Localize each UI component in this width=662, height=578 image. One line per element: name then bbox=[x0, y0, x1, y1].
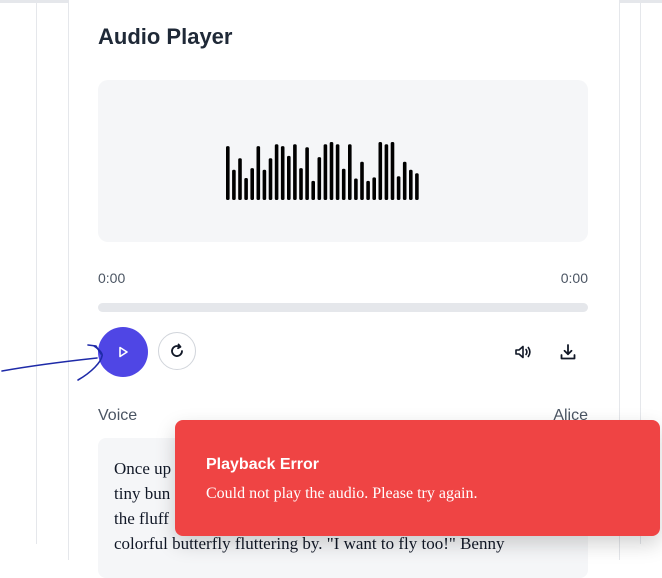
download-icon bbox=[560, 344, 576, 360]
waveform-bar bbox=[341, 168, 346, 200]
replay-button[interactable] bbox=[158, 332, 196, 370]
progress-bar[interactable] bbox=[98, 303, 588, 312]
waveform-bar bbox=[335, 144, 340, 200]
waveform-bar bbox=[409, 169, 413, 200]
waveform bbox=[226, 142, 419, 200]
waveform-panel bbox=[98, 80, 588, 242]
waveform-bar bbox=[244, 178, 248, 200]
error-toast[interactable]: Playback Error Could not play the audio.… bbox=[175, 420, 660, 536]
waveform-bar bbox=[274, 144, 279, 200]
waveform-bar bbox=[317, 157, 322, 200]
waveform-bar bbox=[378, 142, 383, 200]
waveform-bar bbox=[311, 180, 315, 200]
waveform-bar bbox=[293, 144, 297, 200]
left-divider bbox=[36, 0, 37, 544]
waveform-bar bbox=[305, 147, 309, 200]
waveform-bar bbox=[396, 176, 401, 200]
waveform-bar bbox=[372, 177, 376, 200]
waveform-bar bbox=[299, 168, 303, 200]
volume-icon bbox=[515, 345, 531, 359]
waveform-bar bbox=[415, 173, 419, 200]
waveform-bar bbox=[250, 168, 254, 200]
replay-icon bbox=[171, 343, 183, 357]
waveform-bar bbox=[366, 180, 370, 200]
waveform-bar bbox=[287, 155, 291, 200]
waveform-bar bbox=[238, 158, 242, 200]
waveform-bar bbox=[256, 146, 261, 200]
arrow-annotation bbox=[1, 344, 103, 381]
waveform-bar bbox=[226, 146, 230, 200]
toast-title: Playback Error bbox=[206, 456, 319, 473]
waveform-bar bbox=[402, 161, 407, 200]
waveform-bar bbox=[232, 169, 236, 200]
duration: 0:00 bbox=[560, 270, 588, 286]
toast-message: Could not play the audio. Please try aga… bbox=[206, 485, 478, 502]
voice-label: Voice bbox=[98, 407, 138, 424]
waveform-bar bbox=[268, 158, 273, 200]
volume-button[interactable] bbox=[511, 340, 535, 364]
waveform-bar bbox=[323, 144, 328, 200]
waveform-bar bbox=[348, 144, 352, 200]
page-title: Audio Player bbox=[98, 24, 233, 49]
waveform-bar bbox=[329, 142, 334, 200]
waveform-bar bbox=[360, 161, 364, 200]
waveform-bar bbox=[384, 144, 389, 200]
play-icon bbox=[119, 346, 128, 358]
waveform-bar bbox=[390, 142, 395, 200]
waveform-bar bbox=[280, 146, 285, 200]
download-button[interactable] bbox=[556, 340, 580, 364]
waveform-bar bbox=[262, 169, 267, 200]
current-time: 0:00 bbox=[98, 270, 126, 286]
waveform-bar bbox=[354, 178, 358, 200]
